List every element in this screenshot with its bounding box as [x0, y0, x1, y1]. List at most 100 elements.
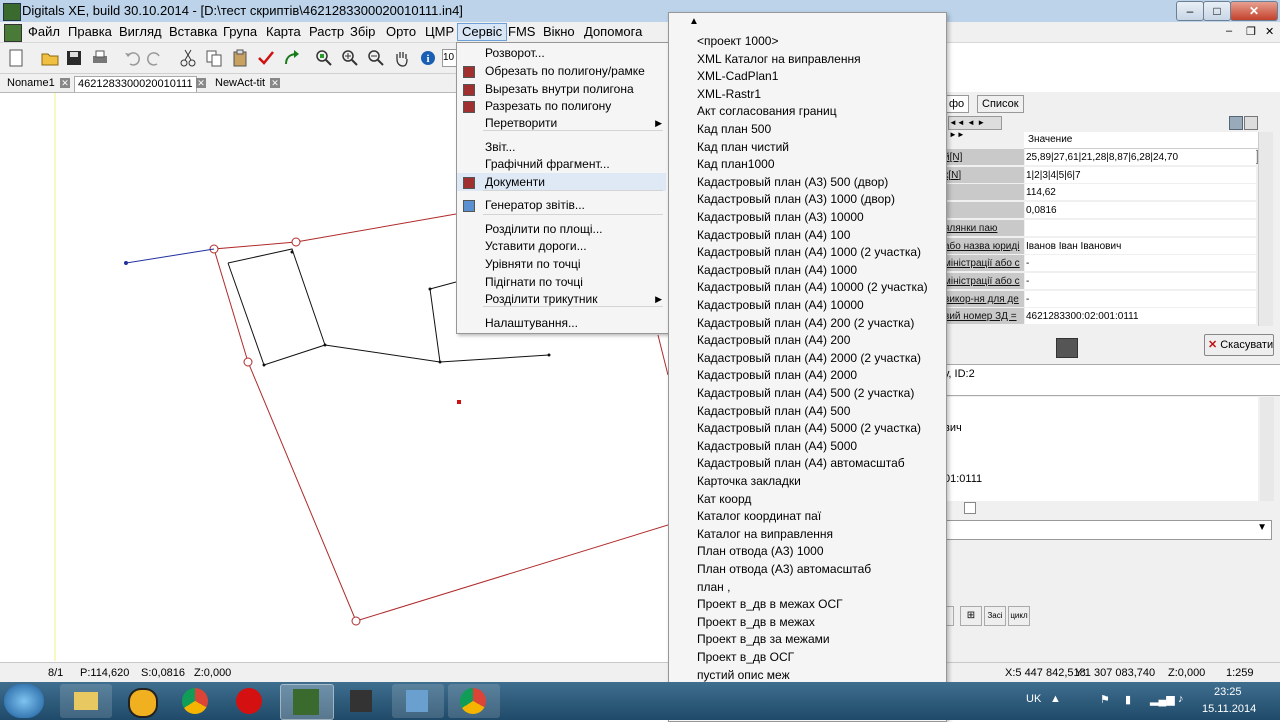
- menu-13[interactable]: Допомога: [580, 24, 646, 40]
- service-menu-item[interactable]: Графічний фрагмент...: [457, 155, 666, 173]
- document-template-item[interactable]: Кадастровый план (А4) 2000: [697, 367, 857, 384]
- document-template-item[interactable]: Карточка закладки: [697, 473, 801, 490]
- property-row[interactable]: ялянки паю: [944, 219, 1258, 237]
- document-template-item[interactable]: XML Каталог на виправлення: [697, 51, 861, 68]
- document-template-item[interactable]: План отвода (А3) 1000: [697, 543, 824, 560]
- info-text-area[interactable]: вич 01:0111: [944, 397, 1258, 501]
- tool-button-cycle[interactable]: цикл: [1008, 606, 1030, 626]
- mdi-minimize-icon[interactable]: –: [1226, 25, 1232, 37]
- blue-line[interactable]: [124, 248, 215, 265]
- document-template-item[interactable]: Кат коорд: [697, 491, 751, 508]
- service-menu-item[interactable]: Звіт...: [457, 138, 666, 156]
- service-menu-item[interactable]: Підігнати по точці: [457, 273, 666, 291]
- document-template-item[interactable]: Кадастровый план (А4) 500: [697, 403, 850, 420]
- tab-info[interactable]: фо: [944, 95, 970, 113]
- close-button[interactable]: ✕: [1230, 1, 1278, 21]
- tool-button-zasi[interactable]: Засі: [984, 606, 1006, 626]
- menu-10[interactable]: Сервіс: [457, 23, 508, 41]
- document-template-item[interactable]: Кадастровый план (А4) 1000: [697, 262, 857, 279]
- document-template-item[interactable]: Кадастровый план (А4) 200: [697, 332, 850, 349]
- menu-11[interactable]: FMS: [504, 24, 539, 40]
- document-template-item[interactable]: Кадастровый план (А4) 100: [697, 227, 850, 244]
- clock-time[interactable]: 23:25: [1214, 686, 1242, 698]
- property-value[interactable]: -: [1025, 272, 1256, 289]
- clock-date[interactable]: 15.11.2014: [1202, 703, 1256, 715]
- copy-icon[interactable]: [204, 48, 224, 68]
- property-value[interactable]: 25,89|27,61|21,28|8,87|6,28|24,70: [1025, 149, 1256, 165]
- menu-1[interactable]: Правка: [64, 24, 116, 40]
- property-value[interactable]: 0,0816: [1025, 202, 1256, 219]
- document-template-item[interactable]: Кадастровый план (А3) 10000: [697, 209, 864, 226]
- document-template-item[interactable]: Кадастровый план (А4) 200 (2 участка): [697, 315, 914, 332]
- battery-icon[interactable]: ▮: [1125, 693, 1131, 706]
- tray-chevron-icon[interactable]: ▲: [1050, 693, 1061, 705]
- doc-tab-active[interactable]: 4621283300020010111: [74, 76, 197, 92]
- property-row[interactable]: 0,0816: [944, 202, 1258, 219]
- document-template-item[interactable]: Кад план1000: [697, 156, 775, 173]
- digitals-app-icon[interactable]: [280, 684, 334, 720]
- document-template-item[interactable]: XML-Rastr1: [697, 86, 761, 103]
- document-template-item[interactable]: Каталог на виправлення: [697, 526, 833, 543]
- dropdown-select[interactable]: ▼: [944, 520, 1272, 540]
- menu-7[interactable]: Збір: [346, 24, 379, 40]
- property-value[interactable]: 1|2|3|4|5|6|7: [1025, 166, 1256, 183]
- document-template-item[interactable]: Проект в_дв ОСГ: [697, 649, 794, 666]
- menu-8[interactable]: Орто: [382, 24, 420, 40]
- parcel-vertices[interactable]: [209, 237, 361, 626]
- new-file-icon[interactable]: [6, 48, 26, 68]
- doc-tab-close-icon[interactable]: ✕: [196, 78, 206, 88]
- print-icon[interactable]: [90, 48, 110, 68]
- document-template-item[interactable]: Кадастровый план (А4) 500 (2 участка): [697, 385, 914, 402]
- document-template-item[interactable]: Кад план чистий: [697, 139, 789, 156]
- archicad-icon[interactable]: [116, 684, 168, 718]
- service-menu-item[interactable]: Урівняти по точці: [457, 255, 666, 273]
- document-template-item[interactable]: XML-CadPlan1: [697, 68, 778, 85]
- info-scrollbar[interactable]: [1260, 397, 1274, 501]
- document-template-item[interactable]: Каталог координат паї: [697, 508, 821, 525]
- marker-point[interactable]: [457, 400, 461, 404]
- document-template-item[interactable]: Акт согласования границ: [697, 103, 837, 120]
- document-template-item[interactable]: Кадастровый план (А4) 10000: [697, 297, 864, 314]
- network-icon[interactable]: ▂▄▆: [1150, 693, 1175, 706]
- grid-tool-icon[interactable]: ⊞: [960, 606, 982, 626]
- document-template-item[interactable]: Кад план 500: [697, 121, 771, 138]
- mdi-restore-icon[interactable]: ❐: [1246, 25, 1256, 38]
- property-row[interactable]: міністрації або с-: [944, 255, 1258, 272]
- panel-close-icon[interactable]: [1244, 116, 1258, 130]
- menu-3[interactable]: Вставка: [165, 24, 221, 40]
- property-value[interactable]: 114,62: [1025, 184, 1256, 201]
- service-menu-item[interactable]: Розділити по площі...: [457, 220, 666, 238]
- zoom-out-icon[interactable]: [366, 48, 386, 68]
- document-template-item[interactable]: план ,: [697, 579, 730, 596]
- minimize-button[interactable]: –: [1176, 1, 1204, 21]
- document-template-item[interactable]: Кадастровый план (А4) 1000 (2 участка): [697, 244, 921, 261]
- redo-icon[interactable]: [145, 48, 165, 68]
- scroll-up-icon[interactable]: ▲: [689, 16, 699, 27]
- paste-icon[interactable]: [230, 48, 250, 68]
- property-row[interactable]: вий номер ЗД = 4621283300:02:001:0111: [944, 308, 1258, 325]
- document-template-item[interactable]: Кадастровый план (А3) 500 (двор): [697, 174, 888, 191]
- opera-icon[interactable]: [224, 684, 276, 718]
- checkbox[interactable]: [964, 502, 976, 514]
- doc-tab-close-icon[interactable]: ✕: [270, 78, 280, 88]
- document-icon[interactable]: [4, 24, 22, 42]
- property-row[interactable]: або назва юриді Іванов Іван Іванович: [944, 237, 1258, 255]
- doc-tab-close-icon[interactable]: ✕: [60, 78, 70, 88]
- service-menu-item[interactable]: Уставити дороги...: [457, 237, 666, 255]
- doc-tab-newact[interactable]: NewAct-tit: [212, 76, 268, 91]
- open-folder-icon[interactable]: [40, 48, 60, 68]
- start-button-icon[interactable]: [4, 684, 44, 718]
- menu-6[interactable]: Растр: [305, 24, 348, 40]
- document-template-item[interactable]: Проект в_дв за межами: [697, 631, 830, 648]
- zoom-window-icon[interactable]: [314, 48, 334, 68]
- document-template-item[interactable]: Кадастровый план (А4) 5000 (2 участка): [697, 420, 921, 437]
- document-template-item[interactable]: Кадастровый план (А4) автомасштаб: [697, 455, 905, 472]
- menu-4[interactable]: Група: [219, 24, 261, 40]
- service-menu-item[interactable]: Розворот...: [457, 44, 666, 62]
- flag-icon[interactable]: ⚑: [1100, 693, 1110, 706]
- menu-2[interactable]: Вигляд: [115, 24, 166, 40]
- panel-config-icon[interactable]: [1229, 116, 1243, 130]
- document-template-item[interactable]: Проект в_дв в межах: [697, 614, 815, 631]
- tab-list[interactable]: Список: [977, 95, 1024, 113]
- document-template-item[interactable]: Кадастровый план (А3) 1000 (двор): [697, 191, 895, 208]
